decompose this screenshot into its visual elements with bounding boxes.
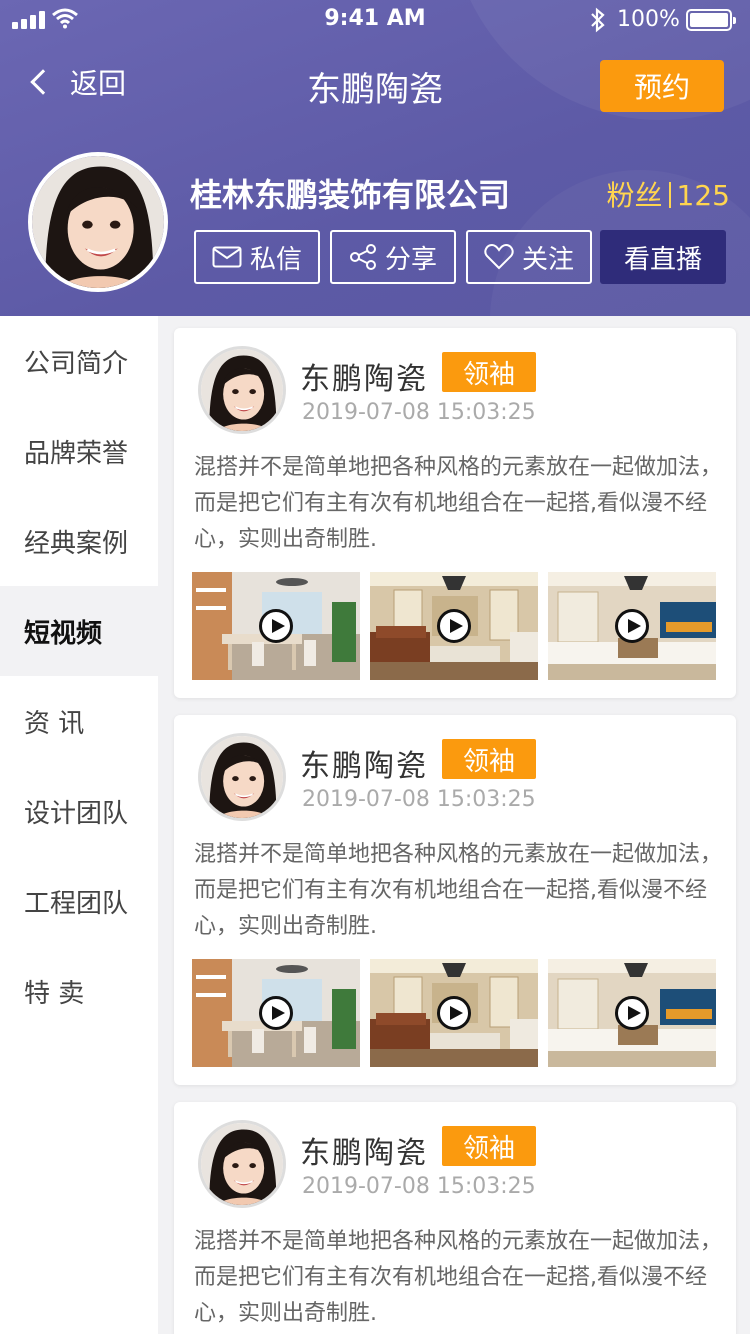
post-author: 东鹏陶瓷 xyxy=(300,1136,428,1171)
leader-badge: 领袖 xyxy=(442,1126,536,1166)
sidebar-item-company-intro[interactable]: 公司简介 xyxy=(0,316,158,406)
watch-live-button[interactable]: 看直播 xyxy=(600,230,726,284)
post-text: 混搭并不是简单地把各种风格的元素放在一起做加法，而是把它们有主有次有机地组合在一… xyxy=(194,455,723,552)
video-thumbnail[interactable] xyxy=(370,572,538,680)
sidebar-item-special-sale[interactable]: 特 卖 xyxy=(0,946,158,1036)
play-icon[interactable] xyxy=(437,609,471,643)
play-icon[interactable] xyxy=(259,996,293,1030)
video-post-card[interactable]: 东鹏陶瓷 领袖 2019-07-08 15:03:25 混搭并不是简单地把各种风… xyxy=(174,715,736,1085)
video-thumbnail[interactable] xyxy=(192,572,360,680)
message-button[interactable]: 私信 xyxy=(194,230,320,284)
post-text: 混搭并不是简单地把各种风格的元素放在一起做加法，而是把它们有主有次有机地组合在一… xyxy=(194,842,723,939)
bluetooth-icon xyxy=(591,7,605,33)
heart-icon xyxy=(484,244,514,270)
video-post-card[interactable]: 东鹏陶瓷 领袖 2019-07-08 15:03:25 混搭并不是简单地把各种风… xyxy=(174,1102,736,1334)
mail-icon xyxy=(212,246,242,268)
post-author: 东鹏陶瓷 xyxy=(300,362,428,397)
message-label: 私信 xyxy=(249,244,302,275)
post-text: 混搭并不是简单地把各种风格的元素放在一起做加法，而是把它们有主有次有机地组合在一… xyxy=(194,1229,723,1326)
sidebar-item-brand-honor[interactable]: 品牌荣誉 xyxy=(0,406,158,496)
sidebar-item-news[interactable]: 资 讯 xyxy=(0,676,158,766)
sidebar-item-classic-cases[interactable]: 经典案例 xyxy=(0,496,158,586)
video-thumbnails xyxy=(192,959,716,1067)
reserve-button[interactable]: 预约 xyxy=(600,60,724,112)
company-avatar xyxy=(28,152,168,292)
play-icon[interactable] xyxy=(615,609,649,643)
play-icon[interactable] xyxy=(615,996,649,1030)
video-thumbnail[interactable] xyxy=(548,959,716,1067)
sidebar-item-engineering-team[interactable]: 工程团队 xyxy=(0,856,158,946)
fans-label: 粉丝 xyxy=(606,179,663,212)
post-author: 东鹏陶瓷 xyxy=(300,749,428,784)
follow-label: 关注 xyxy=(521,244,574,275)
fans-divider xyxy=(668,182,671,208)
battery-percent: 100% xyxy=(617,7,680,32)
profile-header: 9:41 AM 100% 返回 东鹏陶瓷 预约 桂林东鹏装饰有限公司 粉丝 125… xyxy=(0,0,750,316)
share-label: 分享 xyxy=(384,244,437,275)
video-thumbnail[interactable] xyxy=(192,959,360,1067)
avatar[interactable] xyxy=(198,733,286,821)
follow-button[interactable]: 关注 xyxy=(466,230,592,284)
leader-badge: 领袖 xyxy=(442,352,536,392)
fans-number: 125 xyxy=(676,179,730,212)
post-date: 2019-07-08 15:03:25 xyxy=(302,787,536,812)
share-icon xyxy=(349,244,376,270)
sidebar: 公司简介 品牌荣誉 经典案例 短视频 资 讯 设计团队 工程团队 特 卖 xyxy=(0,316,158,1334)
video-thumbnail[interactable] xyxy=(548,572,716,680)
video-post-card[interactable]: 东鹏陶瓷 领袖 2019-07-08 15:03:25 混搭并不是简单地把各种风… xyxy=(174,328,736,698)
leader-badge: 领袖 xyxy=(442,739,536,779)
company-name: 桂林东鹏装饰有限公司 xyxy=(190,176,511,214)
status-bar: 9:41 AM 100% xyxy=(0,0,750,40)
post-date: 2019-07-08 15:03:25 xyxy=(302,1174,536,1199)
action-buttons: 私信 分享 关注 xyxy=(194,230,592,284)
avatar[interactable] xyxy=(198,346,286,434)
video-thumbnail[interactable] xyxy=(370,959,538,1067)
sidebar-item-design-team[interactable]: 设计团队 xyxy=(0,766,158,856)
post-date: 2019-07-08 15:03:25 xyxy=(302,400,536,425)
avatar[interactable] xyxy=(198,1120,286,1208)
sidebar-item-short-video[interactable]: 短视频 xyxy=(0,586,158,676)
fans-count: 粉丝 125 xyxy=(607,174,730,214)
play-icon[interactable] xyxy=(259,609,293,643)
battery-icon xyxy=(686,9,736,31)
video-thumbnails xyxy=(192,572,716,680)
play-icon[interactable] xyxy=(437,996,471,1030)
share-button[interactable]: 分享 xyxy=(330,230,456,284)
